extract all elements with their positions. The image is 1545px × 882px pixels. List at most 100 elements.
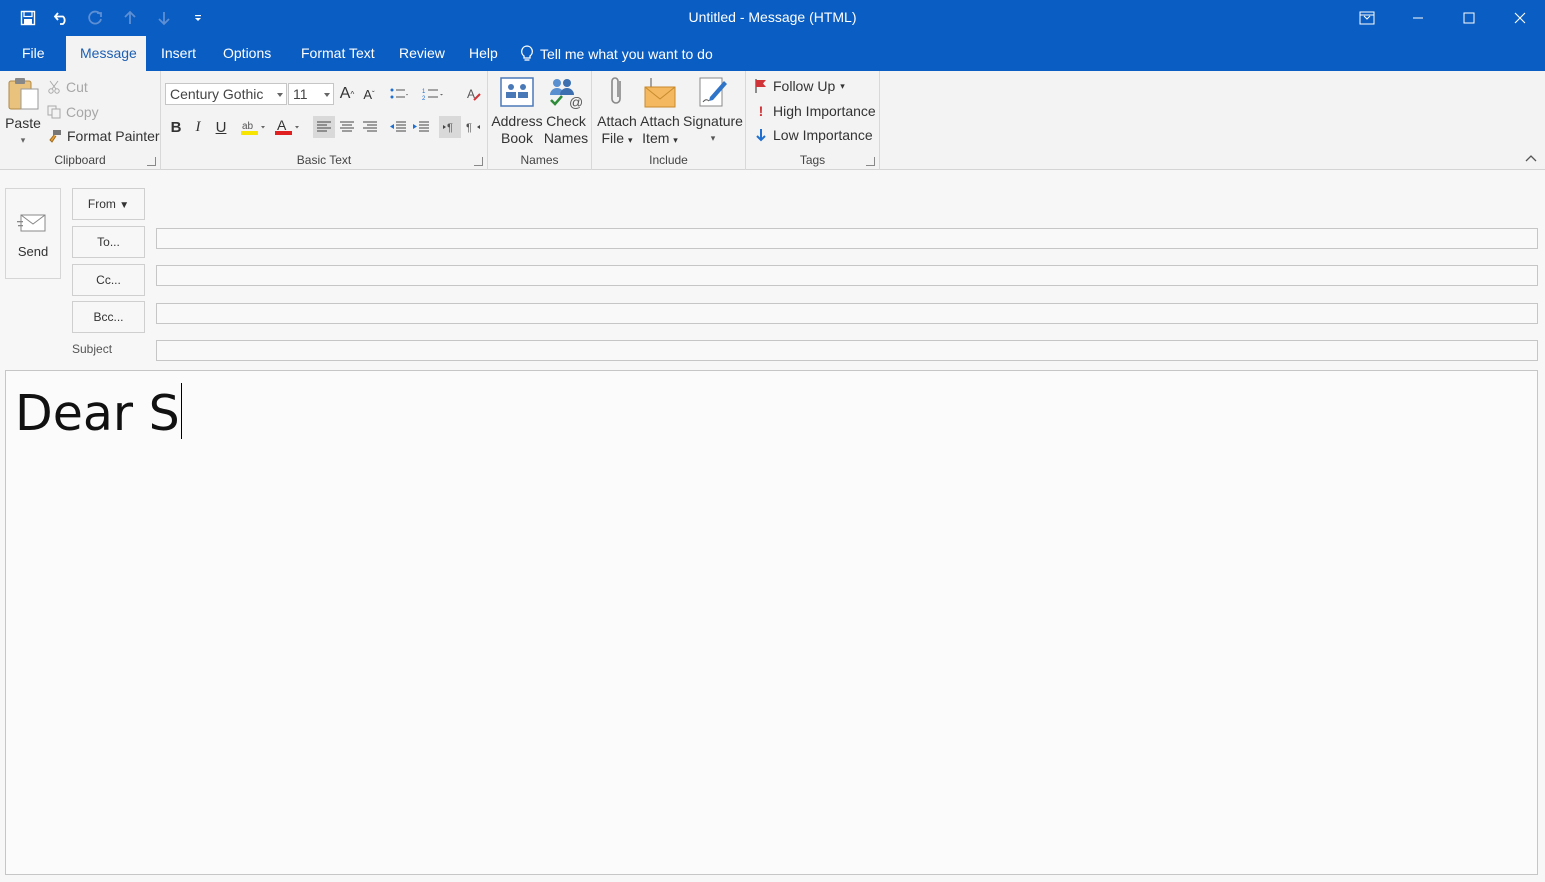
copy-button[interactable]: Copy bbox=[47, 101, 99, 123]
paste-button[interactable]: Paste ▾ bbox=[4, 75, 42, 149]
decrease-indent-icon[interactable] bbox=[387, 116, 409, 138]
attach-item-button[interactable]: Attach Item ▾ bbox=[638, 75, 682, 149]
maximize-icon[interactable] bbox=[1443, 0, 1494, 36]
font-color-icon[interactable]: A bbox=[273, 116, 303, 138]
tell-me-text: Tell me what you want to do bbox=[540, 45, 713, 62]
flag-icon bbox=[755, 79, 766, 93]
left-to-right-icon[interactable]: ¶ bbox=[439, 116, 461, 138]
shrink-font-icon[interactable]: Aˇ bbox=[358, 83, 380, 105]
paste-dropdown-icon[interactable]: ▾ bbox=[4, 132, 42, 149]
paperclip-icon bbox=[611, 77, 621, 104]
attach-file-button[interactable]: Attach File ▾ bbox=[596, 75, 638, 149]
window-title: Untitled - Message (HTML) bbox=[688, 9, 857, 25]
align-right-icon[interactable] bbox=[359, 116, 381, 138]
align-center-icon[interactable] bbox=[336, 116, 358, 138]
high-importance-button[interactable]: ! High Importance bbox=[754, 100, 876, 122]
tab-format-text[interactable]: Format Text bbox=[287, 36, 389, 71]
clear-formatting-icon[interactable]: A bbox=[463, 83, 485, 105]
cut-button[interactable]: Cut bbox=[47, 76, 88, 98]
tab-message[interactable]: Message bbox=[66, 36, 146, 71]
svg-text:@: @ bbox=[569, 94, 583, 109]
tell-me-search[interactable]: Tell me what you want to do bbox=[520, 36, 713, 71]
tab-file[interactable]: File bbox=[8, 36, 59, 71]
highlight-color-icon[interactable]: ab bbox=[239, 116, 269, 138]
format-painter-label: Format Painter bbox=[67, 128, 160, 144]
follow-up-button[interactable]: Follow Up ▾ bbox=[754, 75, 845, 97]
attach-item-icon bbox=[644, 78, 676, 108]
to-button[interactable]: To... bbox=[72, 226, 145, 258]
signature-label: Signature bbox=[683, 113, 743, 129]
attach-item-label-1: Attach bbox=[640, 113, 680, 129]
basic-text-group-label: Basic Text bbox=[296, 153, 352, 167]
ribbon-display-options-icon[interactable] bbox=[1341, 0, 1392, 36]
tags-dialog-launcher[interactable] bbox=[866, 157, 875, 166]
chevron-down-icon bbox=[277, 93, 283, 97]
clipboard-group-label: Clipboard bbox=[54, 153, 106, 167]
address-book-icon bbox=[500, 77, 534, 107]
title-bar: Untitled - Message (HTML) bbox=[0, 0, 1545, 36]
address-book-button[interactable]: Address Book bbox=[491, 75, 543, 147]
bcc-button[interactable]: Bcc... bbox=[72, 301, 145, 333]
copy-label: Copy bbox=[66, 104, 99, 120]
include-group: Attach File ▾ Attach Item ▾ Signature ▾ … bbox=[592, 71, 746, 170]
signature-button[interactable]: Signature ▾ bbox=[682, 75, 744, 147]
tab-review[interactable]: Review bbox=[385, 36, 459, 71]
send-button[interactable]: Send bbox=[5, 188, 61, 279]
minimize-icon[interactable] bbox=[1392, 0, 1443, 36]
body-text: Dear S bbox=[15, 383, 182, 442]
low-importance-button[interactable]: Low Importance bbox=[754, 124, 873, 146]
right-to-left-icon[interactable]: ¶ bbox=[462, 116, 484, 138]
collapse-ribbon-icon[interactable] bbox=[1525, 151, 1537, 165]
bold-button[interactable]: B bbox=[165, 116, 187, 138]
increase-indent-icon[interactable] bbox=[410, 116, 432, 138]
message-body[interactable]: Dear S bbox=[5, 370, 1538, 875]
tab-options[interactable]: Options bbox=[209, 36, 285, 71]
bcc-field[interactable] bbox=[156, 303, 1538, 324]
address-book-label-1: Address bbox=[491, 113, 543, 129]
tags-group-label: Tags bbox=[799, 153, 826, 167]
svg-text:¶: ¶ bbox=[466, 122, 472, 134]
align-left-icon[interactable] bbox=[313, 116, 335, 138]
subject-label: Subject bbox=[72, 342, 113, 356]
svg-text:ab: ab bbox=[242, 121, 254, 132]
down-arrow-icon bbox=[756, 129, 766, 142]
cc-field[interactable] bbox=[156, 265, 1538, 286]
italic-button[interactable]: I bbox=[187, 116, 209, 138]
address-book-label-2: Book bbox=[501, 130, 533, 146]
numbering-icon[interactable]: 12 bbox=[422, 83, 444, 105]
follow-up-label: Follow Up bbox=[773, 78, 836, 94]
bullets-icon[interactable] bbox=[388, 83, 410, 105]
copy-icon bbox=[47, 105, 61, 119]
font-name-combo[interactable]: Century Gothic bbox=[165, 83, 287, 105]
text-caret bbox=[180, 383, 182, 439]
basic-text-dialog-launcher[interactable] bbox=[474, 157, 483, 166]
to-field[interactable] bbox=[156, 228, 1538, 249]
paste-label: Paste bbox=[5, 115, 41, 131]
tags-group: Follow Up ▾ ! High Importance Low Import… bbox=[746, 71, 880, 170]
font-size-combo[interactable]: 11 bbox=[288, 83, 334, 105]
format-painter-button[interactable]: Format Painter bbox=[47, 125, 160, 147]
attach-item-label-2: Item ▾ bbox=[642, 130, 678, 146]
check-names-label-1: Check bbox=[546, 113, 586, 129]
window-controls bbox=[1341, 0, 1545, 36]
tab-insert[interactable]: Insert bbox=[147, 36, 210, 71]
close-icon[interactable] bbox=[1494, 0, 1545, 36]
from-button[interactable]: From ▼ bbox=[72, 188, 145, 220]
names-group: Address Book @ Check Names Names bbox=[488, 71, 592, 170]
paintbrush-icon bbox=[49, 129, 61, 143]
include-group-label: Include bbox=[649, 153, 688, 167]
body-text-content: Dear S bbox=[15, 385, 180, 442]
scissors-icon bbox=[48, 80, 60, 94]
signature-icon bbox=[699, 77, 727, 107]
exclamation-icon: ! bbox=[758, 103, 764, 119]
underline-button[interactable]: U bbox=[210, 116, 232, 138]
signature-dropdown-icon[interactable]: ▾ bbox=[682, 130, 744, 147]
from-label: From bbox=[87, 197, 116, 211]
cc-button[interactable]: Cc... bbox=[72, 264, 145, 296]
clipboard-dialog-launcher[interactable] bbox=[147, 157, 156, 166]
tab-help[interactable]: Help bbox=[455, 36, 512, 71]
grow-font-icon[interactable]: A ^ bbox=[336, 83, 358, 105]
check-names-button[interactable]: @ Check Names bbox=[542, 75, 590, 147]
attach-file-label-2: File ▾ bbox=[601, 130, 633, 146]
subject-field[interactable] bbox=[156, 340, 1538, 361]
